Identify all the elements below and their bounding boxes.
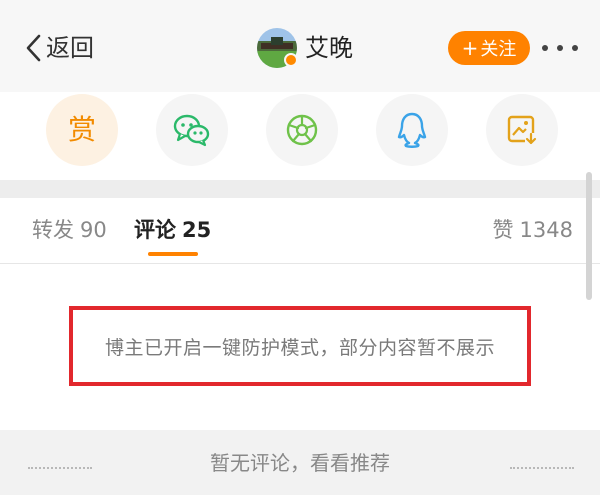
share-wechat-button[interactable]	[156, 94, 228, 166]
verified-badge-icon	[284, 53, 298, 67]
section-divider	[0, 180, 600, 198]
tab-like-count: 1348	[519, 218, 573, 242]
no-comments-text: 暂无评论，看看推荐	[210, 451, 390, 475]
tab-comment-label: 评论	[134, 218, 176, 242]
back-label: 返回	[46, 34, 94, 62]
tab-repost-label: 转发	[32, 218, 74, 242]
chevron-left-icon	[26, 34, 41, 62]
tab-comment[interactable]: 评论 25	[134, 216, 211, 244]
interaction-tabs: 转发 90 评论 25 赞 1348	[0, 198, 600, 264]
qq-icon	[397, 112, 427, 148]
plus-icon: +	[461, 36, 479, 60]
top-navigation-bar: 返回 艾晚 + 关注	[0, 0, 600, 92]
share-moments-button[interactable]	[266, 94, 338, 166]
tab-comment-count: 25	[182, 218, 212, 242]
tab-like[interactable]: 赞 1348	[493, 216, 573, 244]
protection-notice-text: 博主已开启一键防护模式，部分内容暂不展示	[104, 336, 495, 359]
save-image-icon	[507, 115, 537, 145]
username: 艾晚	[305, 34, 353, 62]
follow-label: 关注	[480, 39, 517, 60]
no-comments-bar: 暂无评论，看看推荐	[0, 430, 600, 495]
reward-icon: 赏	[67, 113, 96, 146]
follow-button[interactable]: + 关注	[448, 31, 530, 65]
tab-like-label: 赞	[492, 218, 514, 242]
back-button[interactable]: 返回	[24, 28, 94, 68]
protection-notice: 博主已开启一键防护模式，部分内容暂不展示	[69, 306, 531, 386]
wechat-icon	[173, 114, 210, 147]
save-image-button[interactable]	[486, 94, 558, 166]
dotted-divider-right	[510, 467, 574, 469]
reward-button[interactable]: 赏	[46, 94, 118, 166]
user-info[interactable]: 艾晚	[257, 26, 353, 70]
moments-icon	[286, 114, 318, 146]
scrollbar[interactable]	[586, 172, 592, 300]
tab-repost-count: 90	[80, 218, 107, 242]
share-qq-button[interactable]	[376, 94, 448, 166]
more-dots-icon[interactable]	[542, 40, 578, 56]
tab-repost[interactable]: 转发 90	[32, 216, 107, 244]
active-tab-indicator	[148, 252, 198, 256]
share-row: 赏	[0, 92, 600, 180]
